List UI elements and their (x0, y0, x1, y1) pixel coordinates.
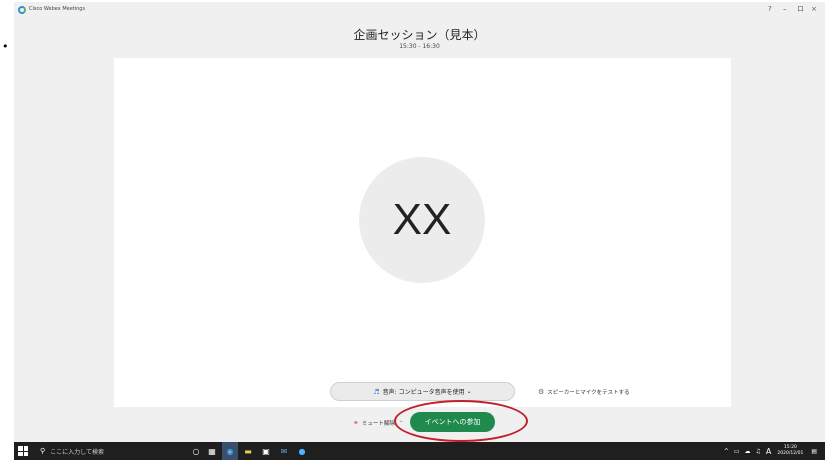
restore-button[interactable]: ロ (797, 5, 804, 13)
edge-browser-icon[interactable]: ◉ (224, 445, 236, 457)
mail-icon[interactable]: ✉ (278, 445, 290, 457)
notifications-icon[interactable]: ▤ (811, 448, 817, 455)
speaker-mic-test-link[interactable]: ⚙ スピーカーとマイクをテストする (538, 388, 630, 396)
clock[interactable]: 15:20 2020/12/01 (777, 445, 803, 457)
minimize-button[interactable]: – (783, 5, 787, 13)
red-annotation-circle (394, 400, 528, 442)
windows-start-icon[interactable] (18, 446, 28, 456)
chevron-down-icon: ⌄ (466, 388, 472, 395)
meeting-time: 15:30 - 16:30 (399, 43, 440, 50)
help-icon[interactable]: ? (768, 5, 772, 13)
app-title: Cisco Webex Meetings (29, 6, 86, 12)
network-icon[interactable]: ▭ (734, 448, 740, 455)
close-button[interactable]: × (811, 5, 817, 13)
show-hidden-icons-chevron-icon[interactable]: ^ (724, 448, 729, 455)
store-icon[interactable]: ▣ (260, 445, 272, 457)
webex-window: Cisco Webex Meetings ? – ロ × 企画セッション（見本）… (14, 2, 825, 442)
video-preview: XX ♬ 音声: コンピュータ音声を使用 ⌄ ⚙ スピーカーとマイクをテストする (114, 58, 731, 407)
clock-date: 2020/12/01 (777, 451, 804, 456)
taskbar-search-placeholder: ここに入力して検索 (50, 448, 104, 456)
title-bar: Cisco Webex Meetings ? – ロ × (14, 2, 825, 18)
cortana-icon[interactable]: ○ (190, 445, 202, 457)
speaker-mic-test-label: スピーカーとマイクをテストする (547, 390, 630, 396)
screenshot: • Cisco Webex Meetings ? – ロ × 企画セッション（見… (0, 0, 825, 460)
ime-indicator[interactable]: A (766, 447, 771, 456)
audio-connection-label: 音声: コンピュータ音声を使用 (382, 389, 465, 396)
webex-taskbar-icon[interactable]: ● (296, 445, 308, 457)
webex-logo-icon (18, 6, 26, 14)
gear-icon: ⚙ (538, 388, 545, 396)
computer-audio-icon: ♬ (373, 387, 380, 396)
bullet-mark: • (2, 40, 9, 53)
unmute-button[interactable]: ⚭ ミュート解除 (350, 414, 398, 432)
meeting-title: 企画セッション（見本） (353, 28, 486, 42)
task-view-icon[interactable]: ▦ (206, 445, 218, 457)
windows-taskbar: ⚲ ここに入力して検索 ○ ▦ ◉ ▬ ▣ ✉ ● ^ ▭ ☁ ♫ A 15:2… (14, 442, 825, 460)
audio-connection-button[interactable]: ♬ 音声: コンピュータ音声を使用 ⌄ (330, 382, 515, 401)
taskbar-search-box[interactable]: ⚲ ここに入力して検索 (34, 444, 179, 458)
system-tray: ^ ▭ ☁ ♫ A 15:20 2020/12/01 ▤ (719, 444, 817, 458)
onedrive-cloud-icon[interactable]: ☁ (745, 448, 751, 455)
microphone-muted-icon: ⚭ (353, 419, 359, 427)
volume-icon[interactable]: ♫ (756, 448, 761, 455)
unmute-label: ミュート解除 (361, 421, 395, 427)
avatar: XX (359, 157, 485, 283)
file-explorer-icon[interactable]: ▬ (242, 445, 254, 457)
search-icon: ⚲ (40, 447, 46, 455)
